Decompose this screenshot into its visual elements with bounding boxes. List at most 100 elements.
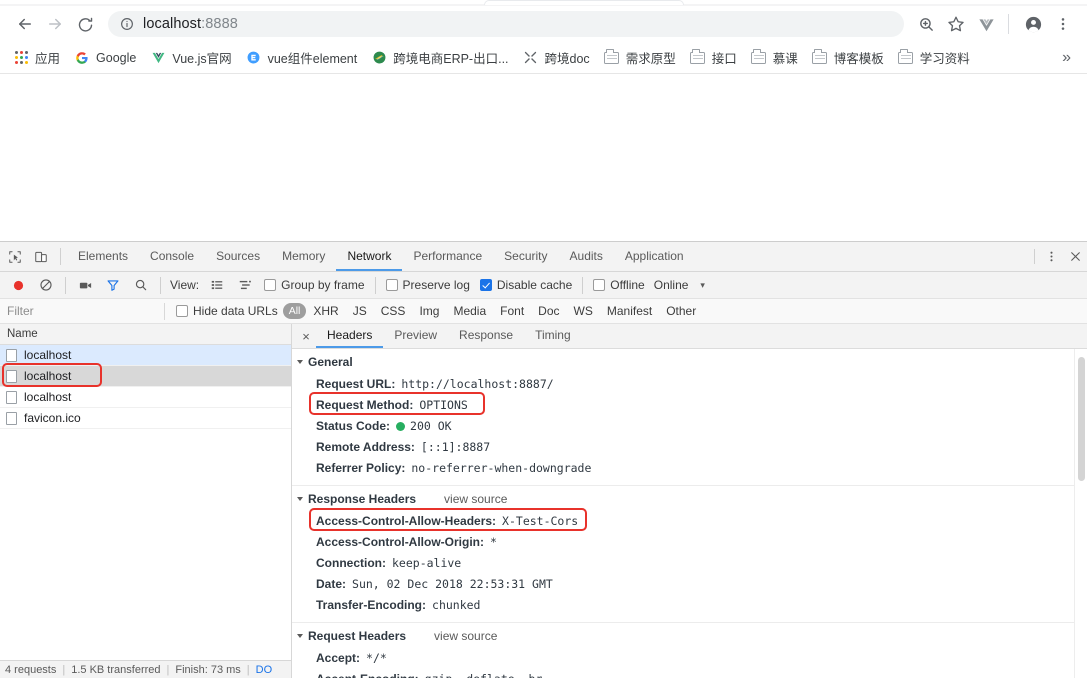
inspect-element-icon[interactable]	[2, 242, 28, 271]
bookmark-label: vue组件element	[267, 52, 358, 66]
filter-type-xhr[interactable]: XHR	[306, 302, 345, 320]
reload-button[interactable]	[70, 9, 100, 39]
tab-network[interactable]: Network	[336, 242, 403, 271]
erp-site-icon	[371, 50, 387, 66]
bookmark-folder-requirements[interactable]: 需求原型	[597, 46, 683, 70]
filter-type-other[interactable]: Other	[659, 302, 703, 320]
bookmark-google[interactable]: Google	[67, 46, 143, 70]
tab-response[interactable]: Response	[448, 324, 524, 348]
vue-devtools-extension-icon[interactable]	[972, 10, 1000, 38]
section-title[interactable]: Response Headers view source	[292, 492, 1087, 506]
tab-memory[interactable]: Memory	[271, 242, 336, 271]
header-value: OPTIONS	[419, 397, 468, 412]
section-title[interactable]: Request Headers view source	[292, 629, 1087, 643]
address-bar[interactable]: localhost:8888	[108, 11, 904, 37]
bookmark-folder-blog-templates[interactable]: 博客模板	[805, 46, 891, 70]
table-row[interactable]: localhost	[0, 387, 291, 408]
bookmark-label: 博客模板	[833, 52, 884, 66]
section-general: General Request URL: http://localhost:88…	[292, 355, 1087, 486]
bookmark-folder-mooc[interactable]: 慕课	[744, 46, 805, 70]
tab-elements[interactable]: Elements	[67, 242, 139, 271]
chrome-menu-icon[interactable]	[1049, 10, 1077, 38]
filter-type-all[interactable]: All	[282, 303, 307, 319]
view-source-link[interactable]: view source	[444, 492, 507, 506]
page-info-icon[interactable]	[120, 17, 134, 31]
view-source-link[interactable]: view source	[434, 629, 497, 643]
profile-avatar-icon[interactable]	[1019, 10, 1047, 38]
bookmarks-overflow-button[interactable]: »	[1054, 49, 1079, 67]
bookmark-vuejs[interactable]: Vue.js官网	[143, 46, 238, 70]
bookmark-folder-api[interactable]: 接口	[683, 46, 744, 70]
table-row[interactable]: localhost	[0, 345, 291, 366]
tab-application[interactable]: Application	[614, 242, 695, 271]
header-key: Status Code:	[316, 418, 391, 433]
search-icon[interactable]	[127, 272, 155, 298]
browser-tab[interactable]	[484, 0, 684, 5]
capture-screenshots-icon[interactable]	[71, 272, 99, 298]
bookmark-erp[interactable]: 跨境电商ERP-出口...	[364, 46, 515, 70]
filter-type-css[interactable]: CSS	[374, 302, 413, 320]
filter-type-doc[interactable]: Doc	[531, 302, 566, 320]
waterfall-view-icon[interactable]	[231, 272, 259, 298]
tab-security[interactable]: Security	[493, 242, 558, 271]
disable-cache-checkbox[interactable]: Disable cache	[475, 278, 577, 292]
tab-headers[interactable]: Headers	[316, 324, 384, 348]
chevron-down-icon[interactable]: ▾	[692, 280, 713, 291]
filter-type-media[interactable]: Media	[446, 302, 493, 320]
tab-audits[interactable]: Audits	[559, 242, 614, 271]
tab-console[interactable]: Console	[139, 242, 205, 271]
devtools-more-icon[interactable]	[1039, 242, 1063, 271]
bookmark-label: 慕课	[772, 52, 798, 66]
hide-data-urls-checkbox[interactable]: Hide data URLs	[171, 304, 283, 318]
header-key: Request Method:	[316, 397, 414, 412]
detail-scrollbar[interactable]	[1074, 349, 1087, 678]
hide-data-urls-label: Hide data URLs	[193, 304, 278, 318]
bookmark-kuajing-doc[interactable]: 跨境doc	[516, 46, 597, 70]
offline-checkbox[interactable]: Offline	[588, 278, 649, 292]
section-title[interactable]: General	[292, 355, 1087, 369]
tab-preview[interactable]: Preview	[383, 324, 448, 348]
scrollbar-thumb[interactable]	[1078, 357, 1085, 481]
group-by-frame-checkbox[interactable]: Group by frame	[259, 278, 369, 292]
bookmark-label: 跨境doc	[544, 52, 590, 66]
filter-type-manifest[interactable]: Manifest	[600, 302, 659, 320]
filter-type-img[interactable]: Img	[412, 302, 446, 320]
close-detail-icon[interactable]: ×	[296, 324, 316, 348]
network-toolbar: View: Group by frame Preserve log Disabl…	[0, 272, 1087, 299]
filter-type-font[interactable]: Font	[493, 302, 531, 320]
record-button[interactable]	[4, 272, 32, 298]
back-button[interactable]	[10, 9, 40, 39]
browser-toolbar: localhost:8888	[0, 6, 1087, 42]
tab-performance[interactable]: Performance	[402, 242, 493, 271]
checkbox-box	[593, 279, 606, 291]
zoom-search-icon[interactable]	[912, 10, 940, 38]
filter-type-ws[interactable]: WS	[567, 302, 600, 320]
preserve-log-checkbox[interactable]: Preserve log	[381, 278, 475, 292]
filter-type-js[interactable]: JS	[346, 302, 374, 320]
tabbar-divider	[60, 248, 61, 265]
tab-timing[interactable]: Timing	[524, 324, 582, 348]
detail-tabbar: × Headers Preview Response Timing	[292, 324, 1087, 349]
header-key: Connection:	[316, 555, 386, 570]
document-icon	[6, 369, 17, 383]
bookmark-element-ui[interactable]: vue组件element	[239, 46, 365, 70]
device-toolbar-icon[interactable]	[28, 242, 54, 271]
table-row[interactable]: favicon.ico	[0, 408, 291, 429]
tab-sources[interactable]: Sources	[205, 242, 271, 271]
table-row[interactable]: localhost	[0, 363, 291, 387]
forward-button[interactable]	[40, 9, 70, 39]
filter-input[interactable]	[0, 298, 162, 324]
devtools-close-icon[interactable]	[1063, 242, 1087, 271]
devtools-body: Name localhost localhost localhost favic…	[0, 324, 1087, 678]
bookmark-folder-study[interactable]: 学习资料	[891, 46, 977, 70]
clear-button[interactable]	[32, 272, 60, 298]
throttling-value[interactable]: Online	[654, 278, 689, 292]
filter-icon[interactable]	[99, 272, 127, 298]
list-view-icon[interactable]	[203, 272, 231, 298]
bookmark-star-icon[interactable]	[942, 10, 970, 38]
devtools-tabbar: Elements Console Sources Memory Network …	[0, 242, 1087, 272]
request-name: localhost	[24, 369, 72, 383]
bookmark-apps[interactable]: 应用	[6, 46, 67, 70]
request-list-header: Name	[0, 324, 291, 345]
status-finish: Finish: 73 ms	[175, 663, 241, 676]
